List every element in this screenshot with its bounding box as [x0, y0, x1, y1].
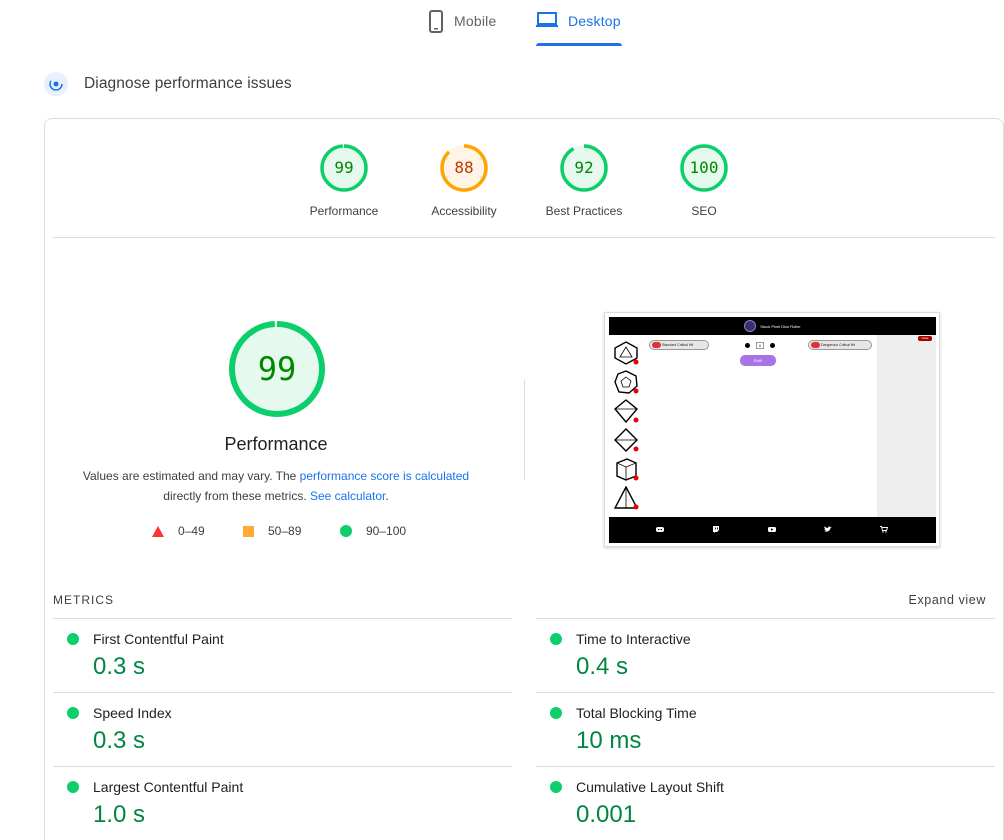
legend-range: 90–100	[366, 524, 407, 538]
device-tabs: Mobile Desktop	[0, 0, 1004, 46]
metric-name: Total Blocking Time	[576, 705, 697, 721]
d4-icon	[613, 486, 639, 510]
category-gauges: 99 Performance 88 Accessibility 92 Best …	[0, 140, 1004, 230]
tab-desktop[interactable]: Desktop	[536, 10, 622, 46]
metric-tti: Time to Interactive 0.4 s	[536, 618, 995, 692]
d8-icon	[614, 428, 639, 452]
d10-icon	[614, 399, 639, 423]
standard-crit-toggle: Standard Critical Hit	[649, 340, 709, 350]
metric-speed-index: Speed Index 0.3 s	[53, 692, 512, 766]
triangle-icon	[152, 525, 164, 537]
final-screenshot: Stuck Pixel Dice Roller Standard Critica…	[604, 312, 940, 547]
metric-value: 0.3 s	[93, 653, 146, 680]
active-tab-indicator	[536, 43, 622, 46]
metric-tbt: Total Blocking Time 10 ms	[536, 692, 995, 766]
results-panel	[877, 335, 936, 517]
site-title: Stuck Pixel Dice Roller	[760, 323, 801, 329]
legend-range: 0–49	[178, 524, 205, 538]
pass-dot-icon	[550, 707, 562, 719]
gauge-score: 100	[689, 158, 719, 177]
gauge-seo[interactable]: 100 SEO	[644, 140, 764, 218]
laptop-icon	[536, 10, 558, 30]
gauge-accessibility[interactable]: 88 Accessibility	[404, 140, 524, 218]
clear-button: Clear	[918, 336, 932, 341]
tab-mobile-label: Mobile	[454, 13, 497, 29]
metric-lcp: Largest Contentful Paint 1.0 s	[53, 766, 512, 840]
note-text: .	[385, 489, 389, 503]
circle-icon	[340, 525, 352, 537]
pass-dot-icon	[67, 633, 79, 645]
gauge-performance[interactable]: 99 Performance	[284, 140, 404, 218]
score-note: Values are estimated and may vary. The p…	[66, 466, 486, 506]
gauge-label: Accessibility	[431, 204, 497, 218]
dangerous-crit-toggle: Dangerous Critical Hit	[808, 340, 872, 350]
metric-fcp: First Contentful Paint 0.3 s	[53, 618, 512, 692]
legend-average: 50–89	[243, 524, 301, 538]
metric-name: Speed Index	[93, 705, 172, 721]
toggle-label: Standard Critical Hit	[662, 343, 694, 347]
dice-column	[611, 339, 641, 517]
gauge-score: 88	[454, 158, 474, 177]
gauge-label: Best Practices	[545, 204, 623, 218]
metric-value: 0.3 s	[93, 727, 146, 754]
pass-dot-icon	[67, 781, 79, 793]
metric-value: 10 ms	[576, 727, 642, 754]
cart-icon	[880, 526, 888, 533]
gauge-label: SEO	[691, 204, 717, 218]
gauge-best-practices[interactable]: 92 Best Practices	[524, 140, 644, 218]
gauge-score: 99	[334, 158, 354, 177]
toggle-label: Dangerous Critical Hit	[821, 343, 856, 347]
youtube-icon	[768, 527, 776, 532]
performance-score: 99	[257, 350, 297, 388]
tab-mobile[interactable]: Mobile	[428, 10, 496, 46]
performance-gauge-large: 99	[226, 318, 328, 420]
pass-dot-icon	[550, 781, 562, 793]
note-text: directly from these metrics.	[163, 489, 310, 503]
site-header: Stuck Pixel Dice Roller	[609, 317, 936, 335]
metric-value: 0.001	[576, 801, 637, 828]
counter-value: 0	[756, 341, 764, 349]
tab-desktop-label: Desktop	[568, 13, 621, 29]
metric-name: First Contentful Paint	[93, 631, 224, 647]
d6-icon	[616, 458, 639, 481]
pass-dot-icon	[67, 707, 79, 719]
metrics-header: METRICS	[53, 593, 114, 607]
metric-cls: Cumulative Layout Shift 0.001	[536, 766, 995, 840]
expand-view-button[interactable]: Expand view	[909, 593, 986, 607]
roll-button: Roll!	[740, 355, 776, 366]
note-text: Values are estimated and may vary. The	[82, 469, 300, 483]
vertical-divider	[524, 380, 525, 480]
metric-name: Time to Interactive	[576, 631, 691, 647]
legend-pass: 90–100	[340, 524, 406, 538]
performance-title: Performance	[224, 434, 328, 454]
diagnose-header: Diagnose performance issues	[44, 72, 292, 96]
diagnose-title: Diagnose performance issues	[84, 75, 292, 92]
score-calculated-link[interactable]: performance score is calculated	[300, 469, 469, 483]
metric-value: 0.4 s	[576, 653, 629, 680]
discord-icon	[656, 527, 664, 532]
phone-icon	[428, 10, 444, 34]
d12-icon	[614, 370, 639, 394]
lighthouse-icon	[44, 72, 68, 96]
site-logo	[744, 320, 757, 332]
modifier-stepper: 0	[745, 341, 775, 349]
twitch-icon	[713, 526, 719, 533]
twitter-icon	[824, 526, 832, 532]
square-icon	[243, 525, 254, 537]
d20-icon	[614, 341, 639, 365]
metric-name: Cumulative Layout Shift	[576, 779, 724, 795]
metric-value: 1.0 s	[93, 801, 146, 828]
site-footer	[609, 517, 936, 543]
legend-range: 50–89	[268, 524, 302, 538]
gauge-score: 92	[574, 158, 594, 177]
legend-fail: 0–49	[152, 524, 205, 538]
see-calculator-link[interactable]: See calculator	[310, 489, 385, 503]
metric-name: Largest Contentful Paint	[93, 779, 244, 795]
pass-dot-icon	[550, 633, 562, 645]
divider	[53, 237, 995, 238]
gauge-label: Performance	[309, 204, 379, 218]
